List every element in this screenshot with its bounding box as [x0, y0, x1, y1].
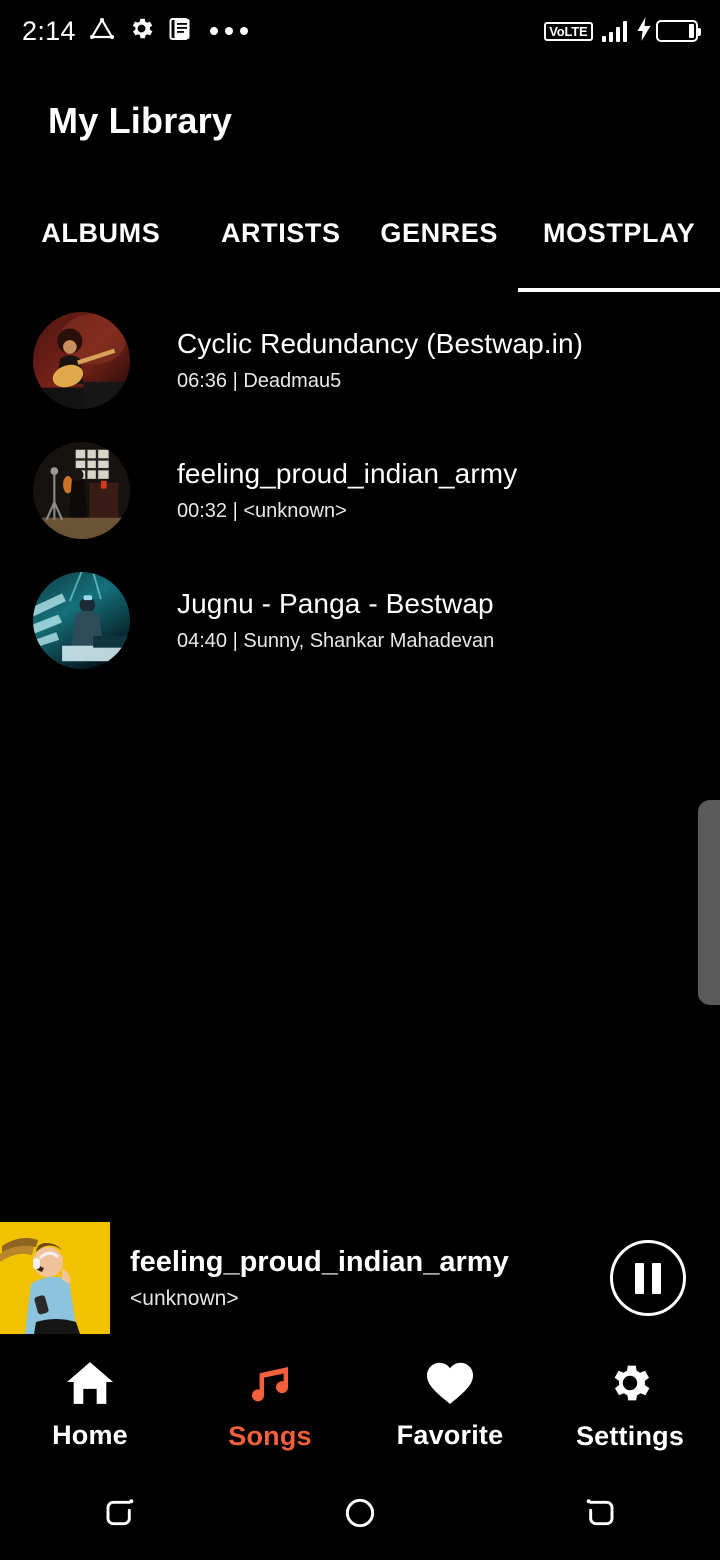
app-screen: 2:14 VoLTE My Library ALBUMS ARTISTS GEN…	[0, 0, 720, 1560]
table-row[interactable]: feeling_proud_indian_army 00:32 | <unkno…	[0, 425, 720, 555]
now-playing-meta: feeling_proud_indian_army <unknown>	[130, 1246, 610, 1311]
song-subtitle: 04:40 | Sunny, Shankar Mahadevan	[177, 629, 495, 652]
song-title: feeling_proud_indian_army	[177, 457, 518, 489]
recents-button[interactable]	[0, 1493, 240, 1533]
nav-item-home-label: Home	[52, 1419, 128, 1450]
nav-item-home[interactable]: Home	[0, 1345, 180, 1465]
tab-genres-label: GENRES	[380, 218, 499, 248]
tab-albums-label: ALBUMS	[41, 218, 161, 248]
heart-icon	[424, 1360, 476, 1406]
tab-artists-label: ARTISTS	[220, 218, 341, 248]
album-art-thumbnail	[33, 311, 130, 409]
tab-artists[interactable]: ARTISTS	[202, 210, 360, 292]
status-bar: 2:14 VoLTE	[0, 0, 720, 62]
gear-icon	[128, 15, 155, 47]
table-row[interactable]: Cyclic Redundancy (Bestwap.in) 06:36 | D…	[0, 295, 720, 425]
scrollbar-thumb[interactable]	[698, 800, 720, 1005]
nav-item-songs-label: Songs	[228, 1420, 312, 1451]
song-title: Jugnu - Panga - Bestwap	[177, 587, 494, 619]
pause-icon[interactable]	[610, 1240, 686, 1316]
tab-albums[interactable]: ALBUMS	[0, 210, 202, 292]
gear-icon	[605, 1359, 655, 1407]
volte-icon: VoLTE	[544, 21, 593, 41]
home-button[interactable]	[240, 1493, 480, 1533]
tab-active-indicator	[518, 288, 720, 292]
back-button[interactable]	[480, 1493, 720, 1533]
system-nav-bar	[0, 1465, 720, 1560]
song-title: Cyclic Redundancy (Bestwap.in)	[177, 327, 584, 359]
tab-mostplay-label: MOSTPLAY	[543, 218, 696, 248]
triangle-outline-icon	[89, 16, 115, 47]
signal-bars-icon	[601, 20, 627, 42]
battery-icon	[656, 20, 701, 42]
now-playing-title: feeling_proud_indian_army	[130, 1245, 509, 1278]
album-art-thumbnail	[33, 441, 130, 539]
home-circle-icon	[340, 1493, 380, 1533]
nav-item-settings[interactable]: Settings	[540, 1345, 720, 1465]
now-playing-artist: <unknown>	[130, 1286, 239, 1310]
nav-item-songs[interactable]: Songs	[180, 1345, 360, 1465]
song-meta: feeling_proud_indian_army 00:32 | <unkno…	[177, 458, 517, 523]
now-playing-bar[interactable]: feeling_proud_indian_army <unknown>	[0, 1222, 720, 1334]
overflow-dots-icon	[209, 27, 248, 35]
tab-genres[interactable]: GENRES	[360, 210, 518, 292]
status-bar-right: VoLTE	[544, 16, 701, 46]
song-subtitle: 06:36 | Deadmau5	[177, 369, 342, 392]
song-list: Cyclic Redundancy (Bestwap.in) 06:36 | D…	[0, 295, 720, 685]
tab-mostplay[interactable]: MOSTPLAY	[518, 210, 720, 292]
nav-item-favorite[interactable]: Favorite	[360, 1345, 540, 1465]
song-subtitle: 00:32 | <unknown>	[177, 499, 347, 522]
music-note-icon	[245, 1359, 295, 1407]
nav-item-settings-label: Settings	[575, 1420, 685, 1451]
album-art-thumbnail	[33, 571, 130, 669]
home-icon	[64, 1360, 116, 1406]
nav-item-favorite-label: Favorite	[396, 1419, 504, 1450]
status-bar-left: 2:14	[22, 15, 248, 47]
library-tabs: ALBUMS ARTISTS GENRES MOSTPLAY	[0, 210, 720, 292]
charging-bolt-icon	[636, 16, 653, 46]
bottom-nav: Home Songs Favorite Settings	[0, 1345, 720, 1465]
back-icon	[580, 1493, 620, 1533]
now-playing-artwork	[0, 1222, 110, 1334]
table-row[interactable]: Jugnu - Panga - Bestwap 04:40 | Sunny, S…	[0, 555, 720, 685]
song-meta: Jugnu - Panga - Bestwap 04:40 | Sunny, S…	[177, 588, 494, 653]
song-meta: Cyclic Redundancy (Bestwap.in) 06:36 | D…	[177, 328, 583, 393]
page-title: My Library	[48, 100, 233, 141]
battery-status	[636, 16, 701, 46]
status-clock: 2:14	[22, 15, 76, 46]
recents-icon	[100, 1493, 140, 1533]
document-icon	[168, 16, 193, 47]
